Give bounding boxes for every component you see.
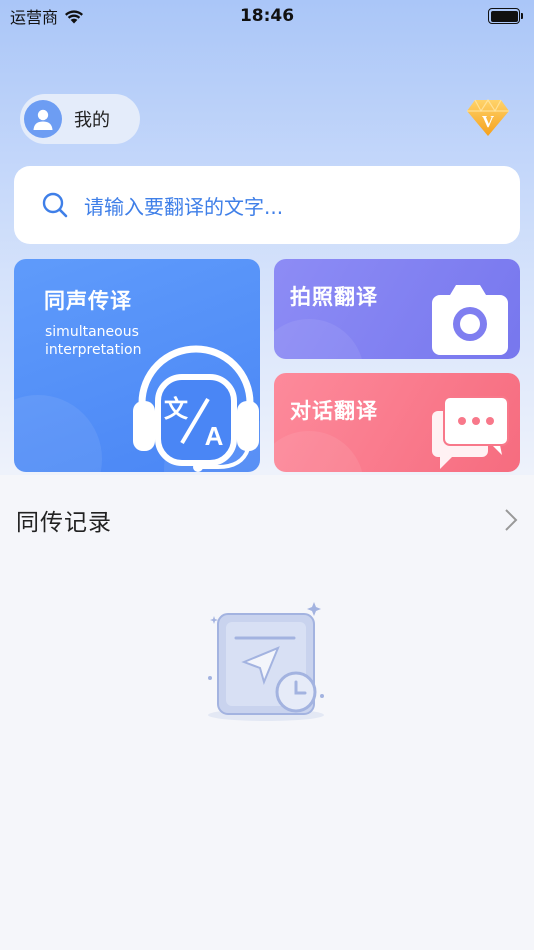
status-time: 18:46	[239, 6, 295, 26]
profile-button[interactable]: 我的	[20, 94, 140, 144]
decor-bubble	[274, 319, 364, 359]
card-subtitle-line1: simultaneous	[45, 324, 139, 340]
card-title: 同声传译	[44, 289, 132, 313]
battery-icon	[488, 8, 523, 24]
card-subtitle-line2: interpretation	[45, 342, 142, 358]
camera-icon	[432, 285, 508, 355]
decor-bubble	[274, 431, 364, 472]
history-header[interactable]: 同传记录	[0, 475, 534, 565]
vip-letter: V	[482, 112, 495, 131]
chat-bubble-icon	[432, 396, 509, 469]
search-icon	[42, 192, 68, 218]
status-bar: 运营商 18:46	[0, 0, 534, 32]
status-left: 运营商	[10, 4, 84, 28]
chevron-right-icon[interactable]	[504, 508, 518, 532]
simultaneous-interpretation-card[interactable]: 同声传译 simultaneous interpretation 文 A	[14, 259, 260, 472]
card-title: 对话翻译	[290, 399, 378, 423]
vip-diamond-icon[interactable]: V	[466, 96, 510, 138]
svg-text:A: A	[205, 421, 224, 451]
wifi-icon	[65, 9, 84, 23]
history-title: 同传记录	[16, 510, 112, 536]
dialog-translation-card[interactable]: 对话翻译	[274, 373, 520, 472]
search-input[interactable]: 请输入要翻译的文字...	[14, 166, 520, 244]
search-placeholder: 请输入要翻译的文字...	[84, 194, 284, 219]
card-title: 拍照翻译	[290, 285, 378, 309]
headset-translate-icon: 文 A	[133, 345, 259, 472]
user-icon	[33, 109, 53, 130]
decor-bubble	[14, 395, 102, 472]
photo-translation-card[interactable]: 拍照翻译	[274, 259, 520, 359]
profile-label: 我的	[74, 110, 110, 131]
empty-history-illustration	[208, 602, 324, 721]
avatar	[24, 100, 62, 138]
svg-text:文: 文	[164, 395, 189, 423]
carrier-label: 运营商	[10, 8, 59, 27]
